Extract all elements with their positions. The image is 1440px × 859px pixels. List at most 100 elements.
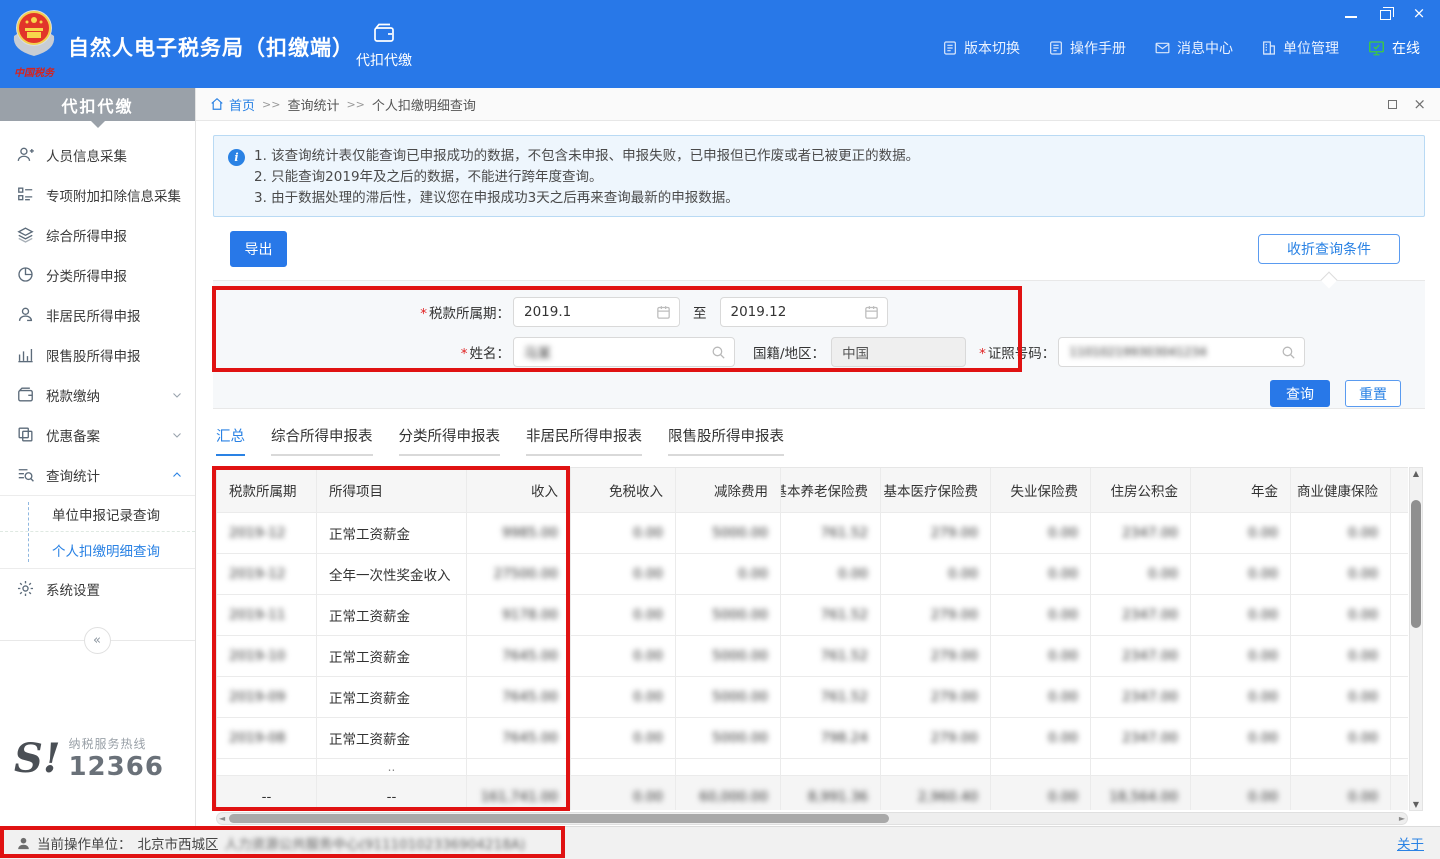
cell-amount: 2347.00 — [1091, 718, 1191, 758]
ellipsis: .. — [317, 759, 467, 775]
table-row[interactable]: 2019-08正常工资薪金7645.000.005000.00798.24279… — [217, 718, 1408, 759]
collapse-query-button[interactable]: 收折查询条件 — [1258, 234, 1400, 264]
cell-amount: 0.00 — [1191, 718, 1291, 758]
status-bar: 当前操作单位：北京市西城区人力资源公共服务中心(9111010233690421… — [0, 826, 1440, 859]
table-cell — [467, 759, 571, 775]
table-row[interactable]: 2019-10正常工资薪金7645.000.005000.00761.52279… — [217, 636, 1408, 677]
sidebar-item[interactable]: 人员信息采集 — [0, 135, 195, 175]
tab-inactive[interactable]: 非居民所得申报表 — [526, 425, 642, 456]
table-row[interactable]: 2019-11正常工资薪金9178.000.005000.00761.52279… — [217, 595, 1408, 636]
current-unit-blurred: 人力资源公共服务中心(91110102336904218A) — [225, 833, 526, 853]
sidebar-item[interactable]: 税款缴纳 — [0, 375, 195, 415]
cell-amount: 5000.00 — [676, 677, 781, 717]
horizontal-scrollbar[interactable]: ◄ ► — [216, 812, 1408, 825]
cell-clipped — [1391, 718, 1408, 758]
menu-manual[interactable]: 操作手册 — [1048, 38, 1126, 58]
tab-active[interactable]: 汇总 — [216, 425, 245, 456]
restore-button[interactable] — [1376, 4, 1394, 22]
name-input[interactable]: 马某 — [513, 337, 735, 367]
cell-clipped — [1391, 554, 1408, 594]
query-button[interactable]: 查询 — [1270, 380, 1330, 407]
sidebar-subitem[interactable]: 单位申报记录查询 — [0, 496, 195, 532]
column-header: 所得项目 — [317, 468, 467, 512]
sidebar-item[interactable]: 综合所得申报 — [0, 215, 195, 255]
sidebar-item[interactable]: 限售股所得申报 — [0, 335, 195, 375]
cell-amount: 5000.00 — [676, 595, 781, 635]
id-number-input[interactable]: 110102199303041234 — [1058, 337, 1305, 367]
cell-amount: 0.00 — [1191, 513, 1291, 553]
reset-button[interactable]: 重置 — [1345, 380, 1401, 407]
breadcrumb: 首页 >> 查询统计 >> 个人扣缴明细查询 — [210, 95, 476, 114]
tab-inactive[interactable]: 限售股所得申报表 — [668, 425, 784, 456]
period-from-input[interactable]: 2019.1 — [513, 297, 680, 327]
table-row[interactable]: 2019-12正常工资薪金9985.000.005000.00761.52279… — [217, 513, 1408, 554]
column-header: 税款所属期 — [217, 468, 317, 512]
scroll-left-arrow[interactable]: ◄ — [219, 813, 225, 825]
search-icon[interactable] — [1280, 344, 1297, 361]
main-tab-daikoudaijiao[interactable]: 代扣代缴 — [345, 12, 423, 78]
sidebar-item[interactable]: 系统设置 — [0, 569, 195, 609]
sidebar-item[interactable]: 查询统计 — [0, 455, 195, 495]
gear-icon — [16, 579, 36, 599]
cell-amount: 0.00 — [781, 554, 881, 594]
scroll-down-arrow[interactable]: ▼ — [1410, 800, 1422, 809]
sidebar-item-label: 分类所得申报 — [46, 265, 183, 285]
pane-maximize-button[interactable] — [1388, 100, 1397, 109]
cell-clipped — [1391, 677, 1408, 717]
column-header: 年金 — [1191, 468, 1291, 512]
nationality-label: 国籍/地区： — [753, 342, 825, 362]
cell-amount: 0.00 — [991, 513, 1091, 553]
online-label: 在线 — [1392, 38, 1420, 58]
column-header: 减除费用 — [676, 468, 781, 512]
tab-inactive[interactable]: 分类所得申报表 — [399, 425, 501, 456]
menu-message-center[interactable]: 消息中心 — [1154, 38, 1233, 58]
search-list-icon — [16, 465, 36, 485]
column-header: 收入 — [467, 468, 571, 512]
about-link[interactable]: 关于 — [1397, 833, 1424, 853]
vertical-scrollbar[interactable]: ▲ ▼ — [1409, 467, 1423, 811]
table-row[interactable]: 2019-09正常工资薪金7645.000.005000.00761.52279… — [217, 677, 1408, 718]
horizontal-scroll-thumb[interactable] — [229, 814, 889, 823]
sidebar-collapse-button[interactable]: « — [84, 627, 111, 654]
sidebar-subitem[interactable]: 个人扣缴明细查询 — [0, 532, 195, 568]
notice-line: 2. 只能查询2019年及之后的数据，不能进行跨年度查询。 — [254, 167, 1410, 188]
breadcrumb-level1: 查询统计 — [287, 95, 339, 114]
breadcrumb-home[interactable]: 首页 — [210, 95, 255, 114]
menu-version-switch[interactable]: 版本切换 — [942, 38, 1020, 58]
vertical-scroll-thumb[interactable] — [1411, 500, 1421, 628]
scroll-up-arrow[interactable]: ▲ — [1410, 469, 1422, 478]
close-button[interactable]: × — [1410, 4, 1428, 22]
export-button[interactable]: 导出 — [230, 231, 287, 267]
period-to-input[interactable]: 2019.12 — [720, 297, 888, 327]
search-icon[interactable] — [710, 344, 727, 361]
cell-amount: 279.00 — [881, 513, 991, 553]
pane-close-button[interactable]: × — [1413, 97, 1426, 112]
hotline-logo: S! 纳税服务热线 12366 — [14, 735, 164, 782]
menu-unit-management[interactable]: 单位管理 — [1261, 38, 1339, 58]
table-cell — [1191, 759, 1291, 775]
cell-amount: 0.00 — [1191, 595, 1291, 635]
minimize-button[interactable] — [1342, 4, 1360, 22]
cell-amount: 7645.00 — [467, 677, 571, 717]
sidebar-item[interactable]: 分类所得申报 — [0, 255, 195, 295]
tab-inactive[interactable]: 综合所得申报表 — [271, 425, 373, 456]
hotline-number: 12366 — [68, 752, 163, 782]
table-row[interactable]: 2019-12全年一次性奖金收入27500.000.000.000.000.00… — [217, 554, 1408, 595]
column-header: 商业健康保险 — [1291, 468, 1391, 512]
id-label: *证照号码： — [979, 342, 1055, 362]
cell-amount: 0.00 — [1291, 513, 1391, 553]
to-label: 至 — [693, 302, 707, 322]
table-cell — [217, 759, 317, 775]
sidebar-item[interactable]: 优惠备案 — [0, 415, 195, 455]
cell-amount: 0.00 — [1291, 595, 1391, 635]
scroll-right-arrow[interactable]: ► — [1399, 813, 1405, 825]
cell-period: 2019-10 — [217, 636, 317, 676]
table-cell — [991, 759, 1091, 775]
cell-period: 2019-12 — [217, 513, 317, 553]
sidebar-item[interactable]: 专项附加扣除信息采集 — [0, 175, 195, 215]
cell-amount: 0.00 — [571, 718, 676, 758]
sidebar-submenu: 单位申报记录查询个人扣缴明细查询 — [0, 495, 195, 569]
sidebar-item[interactable]: 非居民所得申报 — [0, 295, 195, 335]
table-cell — [1291, 759, 1391, 775]
main-tab-label: 代扣代缴 — [356, 50, 412, 70]
